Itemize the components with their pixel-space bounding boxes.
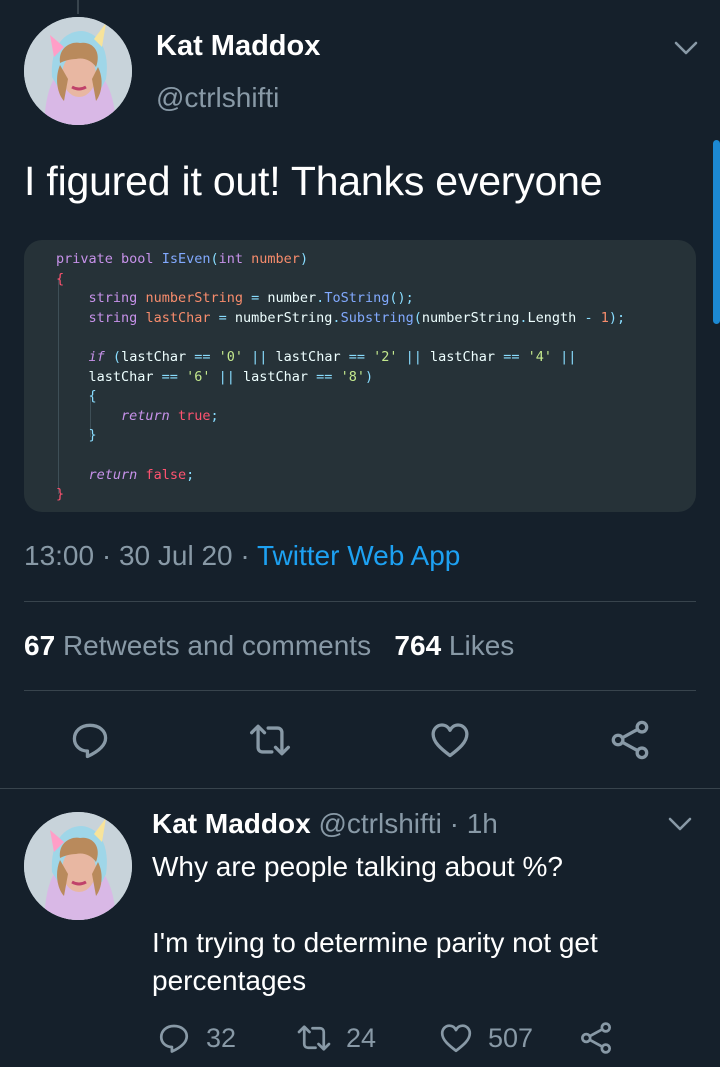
code-line: if (lastChar == '0' || lastChar == '2' |… bbox=[88, 348, 577, 365]
code-line: string numberString = number.ToString(); bbox=[88, 290, 414, 307]
tweet-timestamp: 13:00 · 30 Jul 20 · Twitter Web App bbox=[24, 540, 460, 572]
likes-stat[interactable]: 764 Likes bbox=[394, 630, 514, 661]
reply-author-handle[interactable]: @ctrlshifti bbox=[318, 808, 441, 839]
divider bbox=[24, 690, 696, 691]
reply-icon bbox=[159, 1024, 189, 1053]
retweets-count: 67 bbox=[24, 630, 56, 661]
code-line: string lastChar = numberString.Substring… bbox=[88, 309, 626, 326]
thread-connector-line bbox=[77, 0, 79, 14]
heart-icon bbox=[440, 1024, 472, 1053]
reply-author-name[interactable]: Kat Maddox bbox=[152, 808, 311, 839]
reply-like-button[interactable]: 507 bbox=[438, 1018, 533, 1058]
reply-count: 32 bbox=[206, 1022, 237, 1053]
tweet-text: I figured it out! Thanks everyone bbox=[24, 158, 603, 204]
divider bbox=[0, 788, 720, 789]
separator-dot: · bbox=[94, 540, 119, 571]
retweet-icon bbox=[297, 1025, 331, 1051]
retweets-stat[interactable]: 67 Retweets and comments bbox=[24, 630, 371, 661]
likes-label: Likes bbox=[448, 630, 515, 661]
author-name[interactable]: Kat Maddox bbox=[156, 30, 320, 63]
like-button[interactable] bbox=[428, 718, 472, 762]
code-image[interactable]: private bool IsEven(int number) { string … bbox=[24, 240, 696, 512]
code-line: { bbox=[56, 270, 65, 287]
code-line: lastChar == '6' || lastChar == '8') bbox=[56, 368, 374, 385]
heart-icon bbox=[431, 723, 469, 758]
retweet-button[interactable] bbox=[248, 718, 292, 762]
code-line: { bbox=[88, 388, 97, 405]
avatar-image bbox=[24, 17, 132, 125]
chevron-down-icon[interactable] bbox=[672, 38, 700, 58]
retweets-label: Retweets and comments bbox=[62, 630, 372, 661]
tweet-time: 13:00 bbox=[24, 540, 95, 571]
reply-header: Kat Maddox @ctrlshifti · 1h bbox=[152, 808, 498, 840]
code-line: return false; bbox=[88, 466, 195, 483]
share-icon bbox=[611, 720, 649, 760]
code-line: } bbox=[88, 427, 97, 444]
retweet-icon bbox=[250, 724, 290, 756]
reply-avatar[interactable] bbox=[24, 812, 132, 920]
chevron-down-icon[interactable] bbox=[666, 814, 694, 834]
reply-button[interactable] bbox=[68, 718, 112, 762]
share-button[interactable] bbox=[608, 718, 652, 762]
divider bbox=[24, 601, 696, 602]
code-line: private bool IsEven(int number) bbox=[56, 251, 309, 267]
scrollbar[interactable] bbox=[713, 140, 720, 324]
tweet-source-link[interactable]: Twitter Web App bbox=[257, 540, 460, 571]
author-handle[interactable]: @ctrlshifti bbox=[156, 82, 279, 114]
retweet-count: 24 bbox=[346, 1022, 377, 1053]
reply-share-button[interactable] bbox=[578, 1018, 628, 1058]
separator-dot: · bbox=[232, 540, 257, 571]
reply-paragraph: I'm trying to determine parity not get p… bbox=[152, 927, 598, 996]
reply-text: Why are people talking about %? I'm tryi… bbox=[152, 848, 682, 1000]
reply-retweet-button[interactable]: 24 bbox=[296, 1018, 376, 1058]
avatar[interactable] bbox=[24, 17, 132, 125]
avatar-image bbox=[24, 812, 132, 920]
tweet-date: 30 Jul 20 bbox=[118, 540, 233, 571]
reply-reply-button[interactable]: 32 bbox=[156, 1018, 236, 1058]
separator-dot: · bbox=[441, 808, 467, 839]
code-block: private bool IsEven(int number) { string … bbox=[56, 250, 625, 505]
likes-count: 764 bbox=[394, 630, 442, 661]
reply-paragraph: Why are people talking about %? bbox=[152, 851, 563, 882]
reply-icon bbox=[72, 723, 108, 759]
reply-time[interactable]: 1h bbox=[467, 808, 498, 839]
code-line: return true; bbox=[121, 407, 219, 424]
share-icon bbox=[581, 1022, 611, 1054]
code-line: } bbox=[56, 486, 65, 503]
like-count: 507 bbox=[488, 1022, 534, 1053]
engagement-counts: 67 Retweets and comments 764 Likes bbox=[24, 630, 514, 662]
